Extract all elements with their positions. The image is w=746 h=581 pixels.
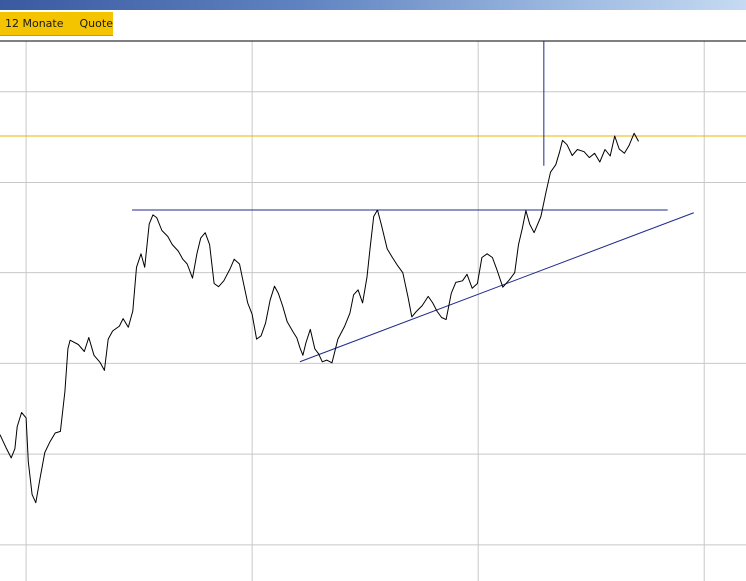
price-chart — [0, 40, 746, 581]
price-series-line — [0, 132, 640, 504]
support-trendline — [299, 212, 694, 363]
chart-grid — [0, 41, 746, 581]
